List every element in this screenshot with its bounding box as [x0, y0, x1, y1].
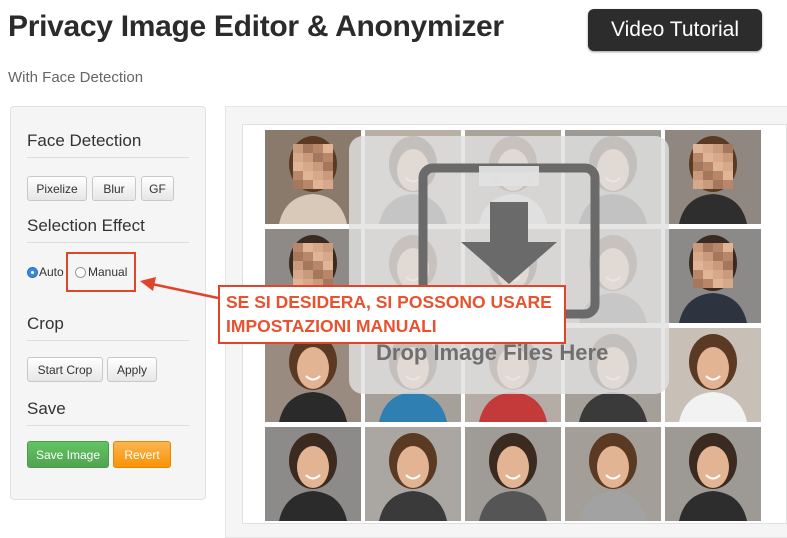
start-crop-button[interactable]: Start Crop — [27, 357, 103, 382]
page-subtitle: With Face Detection — [8, 69, 144, 86]
crop-title: Crop — [27, 314, 64, 333]
gf-button[interactable]: GF — [141, 176, 174, 201]
save-image-button[interactable]: Save Image — [27, 441, 109, 468]
portrait-photo — [565, 427, 661, 521]
manual-highlight-box — [66, 252, 136, 292]
portrait-photo — [365, 427, 461, 521]
divider — [27, 340, 189, 341]
revert-button[interactable]: Revert — [113, 441, 171, 468]
face-detection-title: Face Detection — [27, 131, 142, 150]
auto-radio[interactable] — [27, 267, 38, 278]
sidebar: Face Detection Pixelize Blur GF Selectio… — [10, 106, 206, 500]
portrait-photo — [665, 328, 761, 422]
page-title: Privacy Image Editor & Anonymizer — [8, 10, 504, 43]
selection-effect-title: Selection Effect — [27, 216, 145, 235]
portrait-photo — [265, 130, 361, 224]
auto-label: Auto — [39, 265, 64, 279]
video-tutorial-button[interactable]: Video Tutorial — [588, 9, 762, 51]
annotation-callout: SE SI DESIDERA, SI POSSONO USARE IMPOSTA… — [218, 285, 566, 344]
portrait-photo — [665, 130, 761, 224]
divider — [27, 425, 189, 426]
save-title: Save — [27, 399, 66, 418]
divider — [27, 157, 189, 158]
portrait-photo — [665, 229, 761, 323]
portrait-photo — [665, 427, 761, 521]
pixelize-button[interactable]: Pixelize — [27, 176, 87, 201]
portrait-photo — [265, 427, 361, 521]
apply-button[interactable]: Apply — [107, 357, 157, 382]
annotation-line-1: SE SI DESIDERA, SI POSSONO USARE — [226, 292, 552, 312]
divider — [27, 242, 189, 243]
blur-button[interactable]: Blur — [92, 176, 136, 201]
annotation-line-2: IMPOSTAZIONI MANUALI — [226, 316, 437, 336]
portrait-photo — [465, 427, 561, 521]
